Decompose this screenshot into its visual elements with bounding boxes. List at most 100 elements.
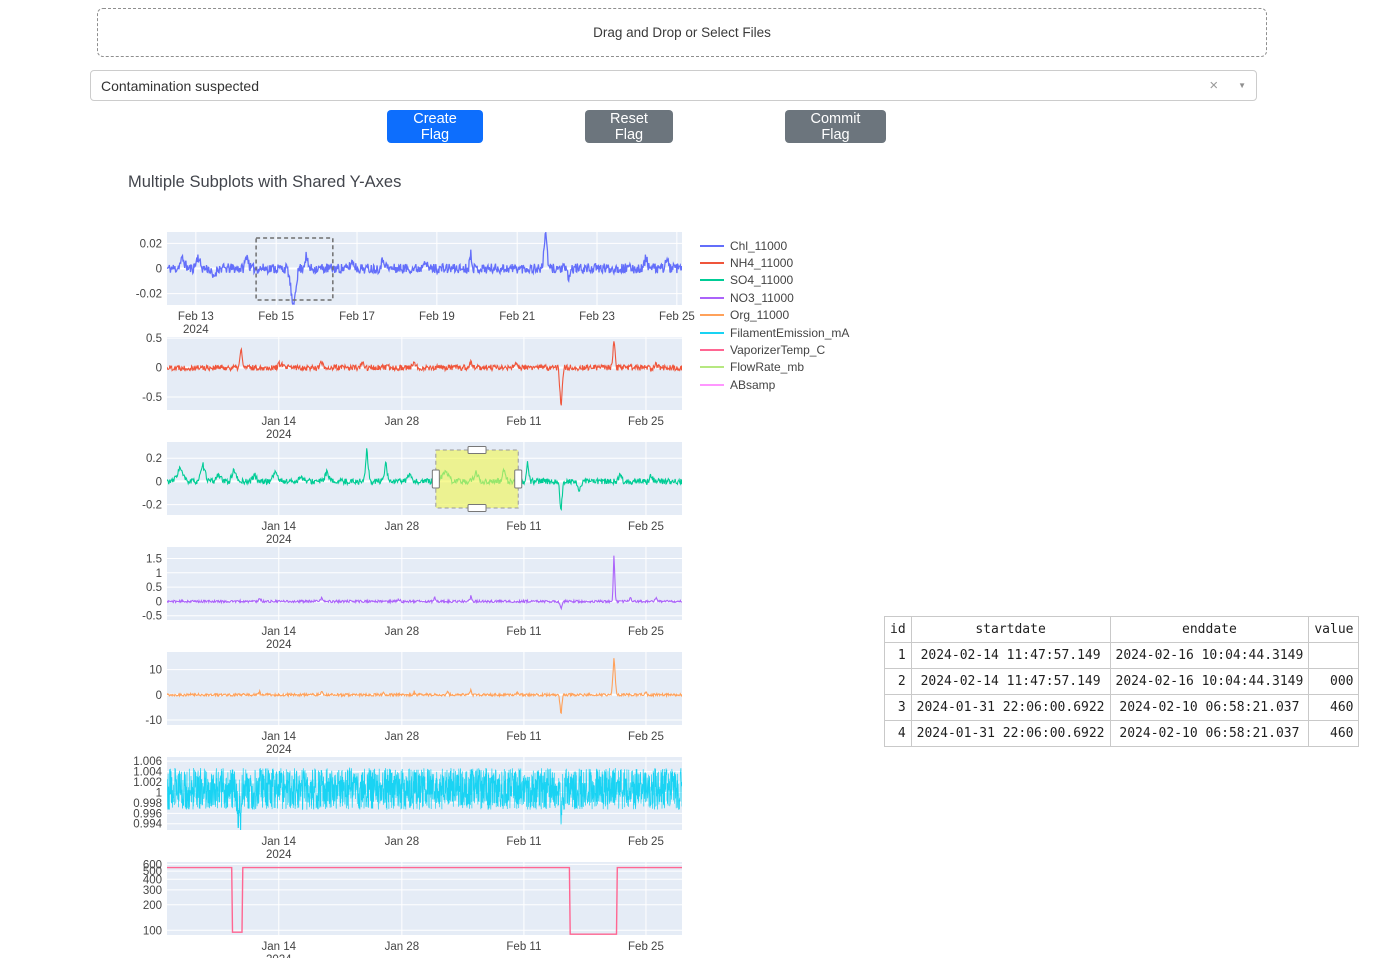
selection-handle-top[interactable] (468, 447, 486, 454)
legend-item-no3_11000[interactable]: NO3_11000 (700, 289, 849, 306)
svg-text:0.994: 0.994 (133, 819, 162, 831)
svg-text:2024: 2024 (183, 324, 209, 336)
legend-item-vaporizertemp_c[interactable]: VaporizerTemp_C (700, 341, 849, 358)
legend-label: ABsamp (730, 378, 775, 392)
svg-text:0: 0 (156, 363, 162, 375)
table-cell: 4 (885, 721, 912, 747)
svg-text:Jan 28: Jan 28 (385, 416, 420, 428)
svg-text:-0.5: -0.5 (142, 611, 162, 623)
table-cell: 2024-01-31 22:06:00.6922 (911, 695, 1110, 721)
svg-text:0: 0 (156, 690, 162, 702)
table-cell: 2024-02-16 10:04:44.3149 (1110, 643, 1309, 669)
table-cell: 2 (885, 669, 912, 695)
svg-text:0.5: 0.5 (146, 582, 162, 594)
table-row: 12024-02-14 11:47:57.1492024-02-16 10:04… (885, 643, 1359, 669)
dropdown-selected-value: Contamination suspected (101, 78, 1199, 94)
subplot-NO3_11000[interactable]: Jan 142024Jan 28Feb 11Feb 251.510.50-0.5 (126, 543, 682, 648)
table-cell: 2024-02-10 06:58:21.037 (1110, 695, 1309, 721)
legend-item-org_11000[interactable]: Org_11000 (700, 307, 849, 324)
svg-text:Feb 25: Feb 25 (628, 941, 664, 953)
svg-text:Jan 28: Jan 28 (385, 836, 420, 848)
legend-line-swatch (700, 384, 724, 386)
svg-text:200: 200 (143, 900, 162, 912)
svg-text:0: 0 (156, 476, 162, 488)
table-header-id: id (885, 617, 912, 643)
dropdown-clear-icon[interactable]: × (1199, 78, 1228, 93)
svg-text:2024: 2024 (266, 954, 292, 958)
svg-text:1.5: 1.5 (146, 553, 162, 565)
svg-text:0: 0 (156, 596, 162, 608)
legend-label: NH4_11000 (730, 256, 793, 270)
legend-label: Chl_11000 (730, 239, 787, 253)
create-flag-button[interactable]: Create Flag (387, 110, 483, 143)
subplot-VaporizerTemp_C[interactable]: Jan 142024Jan 28Feb 11Feb 25600500400300… (126, 858, 682, 958)
svg-text:2024: 2024 (266, 429, 292, 441)
table-header-startdate: startdate (911, 617, 1110, 643)
svg-text:Jan 14: Jan 14 (261, 836, 296, 848)
table-row: 32024-01-31 22:06:00.69222024-02-10 06:5… (885, 695, 1359, 721)
svg-text:-0.02: -0.02 (136, 289, 162, 301)
selection-handle-right[interactable] (515, 470, 522, 488)
legend-line-swatch (700, 279, 724, 281)
legend-item-absamp[interactable]: ABsamp (700, 376, 849, 393)
table-cell (1309, 643, 1359, 669)
svg-text:2024: 2024 (266, 744, 292, 756)
subplot-NH4_11000[interactable]: Jan 142024Jan 28Feb 11Feb 250.50-0.5 (126, 333, 682, 438)
selection-handle-left[interactable] (432, 470, 439, 488)
subplot-Org_11000[interactable]: Jan 142024Jan 28Feb 11Feb 25100-10 (126, 648, 682, 753)
svg-text:Feb 25: Feb 25 (628, 416, 664, 428)
app-root: Drag and Drop or Select Files Contaminat… (0, 0, 1380, 958)
table-cell: 3 (885, 695, 912, 721)
table-header-enddate: enddate (1110, 617, 1309, 643)
svg-text:Feb 25: Feb 25 (628, 626, 664, 638)
svg-text:300: 300 (143, 885, 162, 897)
svg-text:Feb 21: Feb 21 (499, 311, 535, 323)
legend-line-swatch (700, 366, 724, 368)
svg-text:2024: 2024 (266, 849, 292, 861)
dropdown-caret-icon[interactable]: ▼ (1228, 82, 1246, 90)
legend-label: SO4_11000 (730, 273, 793, 287)
legend-item-chl_11000[interactable]: Chl_11000 (700, 237, 849, 254)
legend-line-swatch (700, 349, 724, 351)
subplot-Chl_11000[interactable]: Feb 132024Feb 15Feb 17Feb 19Feb 21Feb 23… (126, 228, 682, 333)
commit-flag-button[interactable]: Commit Flag (785, 110, 886, 143)
selection-handle-bottom[interactable] (468, 505, 486, 512)
table-cell: 2024-02-10 06:58:21.037 (1110, 721, 1309, 747)
file-upload-dropzone[interactable]: Drag and Drop or Select Files (97, 8, 1267, 57)
svg-text:Feb 11: Feb 11 (506, 626, 541, 638)
legend-item-filamentemission_ma[interactable]: FilamentEmission_mA (700, 324, 849, 341)
svg-text:-10: -10 (145, 715, 162, 727)
svg-text:Jan 28: Jan 28 (385, 521, 420, 533)
table-row: 42024-01-31 22:06:00.69222024-02-10 06:5… (885, 721, 1359, 747)
svg-text:Jan 14: Jan 14 (261, 626, 296, 638)
reset-flag-button[interactable]: Reset Flag (585, 110, 673, 143)
flag-selection-region[interactable] (436, 450, 518, 508)
svg-text:Jan 14: Jan 14 (261, 941, 296, 953)
svg-text:0.02: 0.02 (140, 238, 162, 250)
legend-item-flowrate_mb[interactable]: FlowRate_mb (700, 359, 849, 376)
svg-text:Feb 15: Feb 15 (258, 311, 294, 323)
table-cell: 460 (1309, 695, 1359, 721)
legend-item-so4_11000[interactable]: SO4_11000 (700, 272, 849, 289)
table-header-row: idstartdateenddatevalue (885, 617, 1359, 643)
svg-text:Feb 25: Feb 25 (628, 836, 664, 848)
svg-text:-0.2: -0.2 (142, 500, 162, 512)
svg-text:Feb 11: Feb 11 (506, 416, 541, 428)
chart-legend: Chl_11000 NH4_11000 SO4_11000 NO3_11000 Org_… (700, 237, 849, 394)
svg-text:Feb 25: Feb 25 (628, 731, 664, 743)
legend-line-swatch (700, 297, 724, 299)
subplot-SO4_11000[interactable]: Jan 142024Jan 28Feb 11Feb 250.20-0.2 (126, 438, 682, 543)
legend-item-nh4_11000[interactable]: NH4_11000 (700, 254, 849, 271)
table-cell: 2024-02-14 11:47:57.149 (911, 643, 1110, 669)
subplot-FilamentEmission_mA[interactable]: Jan 142024Jan 28Feb 11Feb 251.0061.0041.… (126, 753, 682, 858)
table-cell: 2024-02-16 10:04:44.3149 (1110, 669, 1309, 695)
svg-text:Feb 17: Feb 17 (339, 311, 375, 323)
flag-type-dropdown[interactable]: Contamination suspected × ▼ (90, 70, 1257, 101)
svg-text:Feb 25: Feb 25 (659, 311, 695, 323)
svg-text:Feb 25: Feb 25 (628, 521, 664, 533)
flags-table: idstartdateenddatevalue 12024-02-14 11:4… (884, 616, 1359, 747)
svg-text:Jan 14: Jan 14 (261, 731, 296, 743)
legend-label: NO3_11000 (730, 291, 794, 305)
svg-text:10: 10 (149, 665, 162, 677)
svg-text:2024: 2024 (266, 534, 292, 546)
